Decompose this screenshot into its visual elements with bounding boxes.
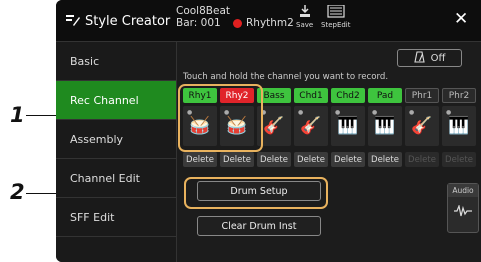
record-dot-icon [233,18,242,28]
sidebar: Basic Rec Channel Assembly Channel Edit … [56,42,176,262]
channel-label[interactable]: Chd1 [294,88,328,103]
song-name: Cool8Beat [176,5,230,17]
audio-panel[interactable]: Audio [447,183,479,233]
delete-button[interactable]: Delete [368,152,402,167]
channel-label[interactable]: Pad [368,88,402,103]
delete-button: Delete [405,152,439,167]
song-info: Cool8Beat Bar: 001 [176,5,230,29]
delete-button[interactable]: Delete [257,152,291,167]
style-creator-icon [66,14,80,29]
channel-chd1: Chd1 ● 🎸 Delete [294,88,328,167]
metronome-icon [413,50,425,66]
sidebar-item-label: SFF Edit [70,210,115,224]
audio-label: Audio [448,184,478,197]
channel-phr2: Phr2 ● 🎹 Delete [442,88,476,167]
grand-piano-icon[interactable]: ● 🎹 [442,106,476,146]
app-title-label: Style Creator [85,14,171,29]
record-channel-indicator: Rhythm2 [233,17,294,29]
sidebar-item-assembly[interactable]: Assembly [56,120,176,159]
electric-guitar-icon[interactable]: ● 🎸 [294,106,328,146]
delete-button: Delete [442,152,476,167]
delete-button[interactable]: Delete [220,152,254,167]
metronome-label: Off [430,52,446,64]
sidebar-item-label: Assembly [70,132,124,146]
close-button[interactable]: ✕ [454,9,468,29]
save-label: Save [296,21,314,29]
callout-number-1: 1 [10,103,25,127]
top-bar: Style Creator Cool8Beat Bar: 001 Rhythm2… [56,0,481,42]
style-creator-screen: Style Creator Cool8Beat Bar: 001 Rhythm2… [56,0,481,262]
sidebar-item-label: Rec Channel [70,93,139,107]
close-icon: ✕ [454,9,469,29]
sidebar-item-label: Basic [70,54,100,68]
step-edit-button[interactable]: StepEdit [321,4,351,29]
record-channel-label: Rhythm2 [246,17,294,29]
organ-icon[interactable]: ● 🎹 [368,106,402,146]
save-icon [296,5,313,21]
rec-channel-panel: Off Touch and hold the channel you want … [176,42,481,262]
save-button[interactable]: Save [296,5,313,29]
sidebar-item-sff-edit[interactable]: SFF Edit [56,198,176,237]
channel-pad: Pad ● 🎹 Delete [368,88,402,167]
sidebar-item-label: Channel Edit [70,171,140,185]
channel-label[interactable]: Phr2 [442,88,476,103]
channel-label[interactable]: Phr1 [405,88,439,103]
highlight-drum-setup [184,177,328,209]
clear-drum-inst-button[interactable]: Clear Drum Inst [197,216,321,236]
step-edit-icon [321,4,351,21]
delete-button[interactable]: Delete [183,152,217,167]
sidebar-item-rec-channel[interactable]: Rec Channel [56,81,176,120]
app-title: Style Creator [66,14,170,29]
channel-phr1: Phr1 ● 🎸 Delete [405,88,439,167]
callout-number-2: 2 [10,180,25,204]
channel-label[interactable]: Chd2 [331,88,365,103]
delete-button[interactable]: Delete [331,152,365,167]
audio-waveform-icon [448,203,478,221]
sidebar-item-channel-edit[interactable]: Channel Edit [56,159,176,198]
sidebar-item-basic[interactable]: Basic [56,42,176,81]
keyboard-icon[interactable]: ● 🎹 [331,106,365,146]
step-edit-label: StepEdit [321,21,351,29]
delete-button[interactable]: Delete [294,152,328,167]
instruction-text: Touch and hold the channel you want to r… [183,72,389,82]
acoustic-guitar-icon[interactable]: ● 🎸 [405,106,439,146]
metronome-toggle[interactable]: Off [397,49,462,67]
highlight-rhythm-channels [178,84,263,152]
bar-counter: Bar: 001 [176,17,221,29]
channel-chd2: Chd2 ● 🎹 Delete [331,88,365,167]
